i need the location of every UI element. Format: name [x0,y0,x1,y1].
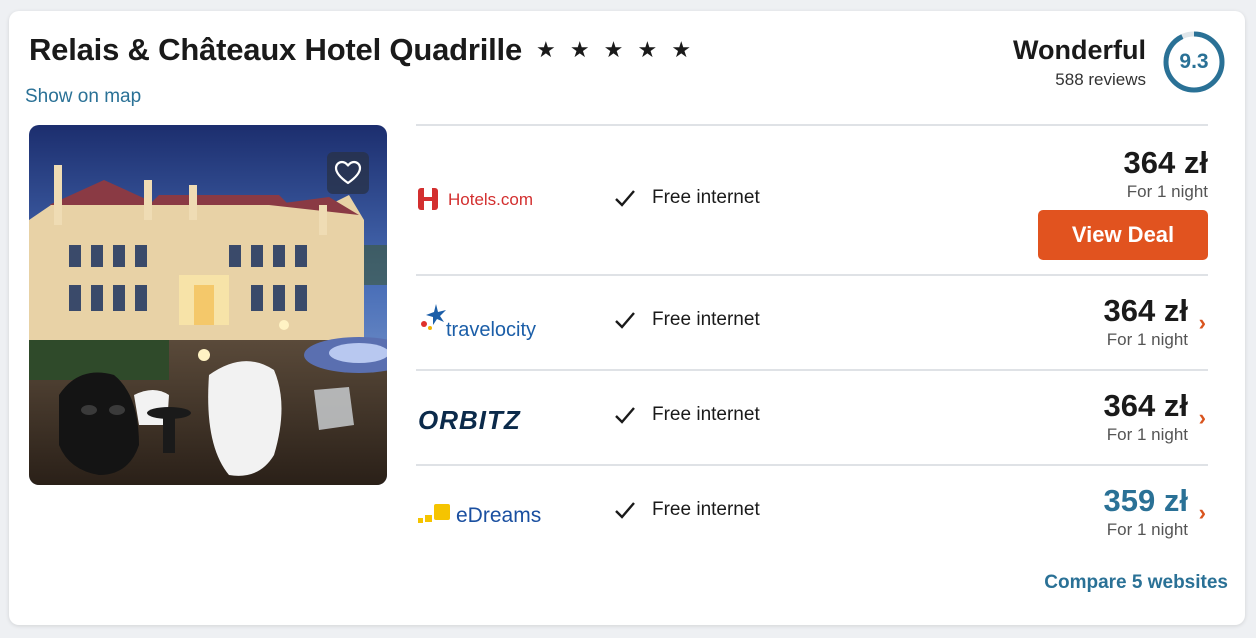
compare-websites-link[interactable]: Compare 5 websites [1044,572,1228,594]
rating-text: Wonderful 588 reviews [1013,34,1146,90]
price: 364 zł [1123,145,1208,180]
deal-row[interactable]: travelocity Free internet 364 zł For 1 n… [416,274,1208,369]
hotels-com-icon [418,188,438,210]
deal-row[interactable]: eDreams Free internet 359 zł For 1 night… [416,464,1208,559]
price: 364 zł [1103,388,1188,423]
provider-logo-edreams: eDreams [416,496,556,535]
score-badge: 9.3 [1162,30,1226,94]
star-rating: ★ ★ ★ ★ ★ [536,37,696,62]
amenity-label: Free internet [652,499,760,520]
provider-logo-hotels-com: Hotels.com [416,184,546,219]
heart-icon [334,160,362,185]
price-block: 364 zł For 1 night [1104,389,1188,445]
travelocity-star-icon [421,304,446,330]
price-block: 364 zł For 1 night [1104,294,1188,350]
deals-list: Hotels.com Free internet 364 zł For 1 ni… [416,124,1208,559]
checkmark-icon [615,502,635,519]
rating-word: Wonderful [1013,35,1146,65]
rating-summary[interactable]: Wonderful 588 reviews 9.3 [1013,30,1226,94]
score-value: 9.3 [1179,50,1209,73]
provider-name: eDreams [456,504,541,527]
amenity: Free internet [614,404,760,426]
hotel-name[interactable]: Relais & Châteaux Hotel Quadrille [29,32,522,68]
price-block: 359 zł For 1 night [1104,484,1188,540]
edreams-dots-icon [418,504,450,523]
amenity: Free internet [614,187,760,209]
checkmark-icon [615,190,635,207]
per-night-label: For 1 night [1106,425,1188,444]
chevron-right-icon[interactable]: › [1199,310,1206,336]
checkmark-icon [615,407,635,424]
amenity-label: Free internet [652,187,760,208]
deal-row[interactable]: ORBITZ Free internet 364 zł For 1 night … [416,369,1208,464]
provider-name: travelocity [446,319,536,341]
show-on-map-link[interactable]: Show on map [25,86,141,108]
view-deal-button[interactable]: View Deal [1038,210,1208,260]
provider-logo-orbitz: ORBITZ [416,405,546,440]
amenity: Free internet [614,499,760,521]
favorite-button[interactable] [327,152,369,194]
checkmark-icon [615,312,635,329]
deal-row[interactable]: Hotels.com Free internet 364 zł For 1 ni… [416,124,1208,274]
price-block: 364 zł For 1 night [1124,146,1208,202]
title-row: Relais & Châteaux Hotel Quadrille ★ ★ ★ … [29,32,695,68]
price: 364 zł [1103,293,1188,328]
provider-name: Hotels.com [448,190,533,209]
amenity: Free internet [614,309,760,331]
amenity-label: Free internet [652,404,760,425]
amenity-label: Free internet [652,309,760,330]
chevron-right-icon[interactable]: › [1199,500,1206,526]
per-night-label: For 1 night [1106,520,1188,539]
chevron-right-icon[interactable]: › [1199,405,1206,431]
price-best: 359 zł [1103,483,1188,518]
provider-logo-travelocity: travelocity [416,302,556,347]
per-night-label: For 1 night [1126,182,1208,201]
review-count: 588 reviews [1055,70,1146,89]
provider-name: ORBITZ [418,405,521,435]
per-night-label: For 1 night [1106,330,1188,349]
